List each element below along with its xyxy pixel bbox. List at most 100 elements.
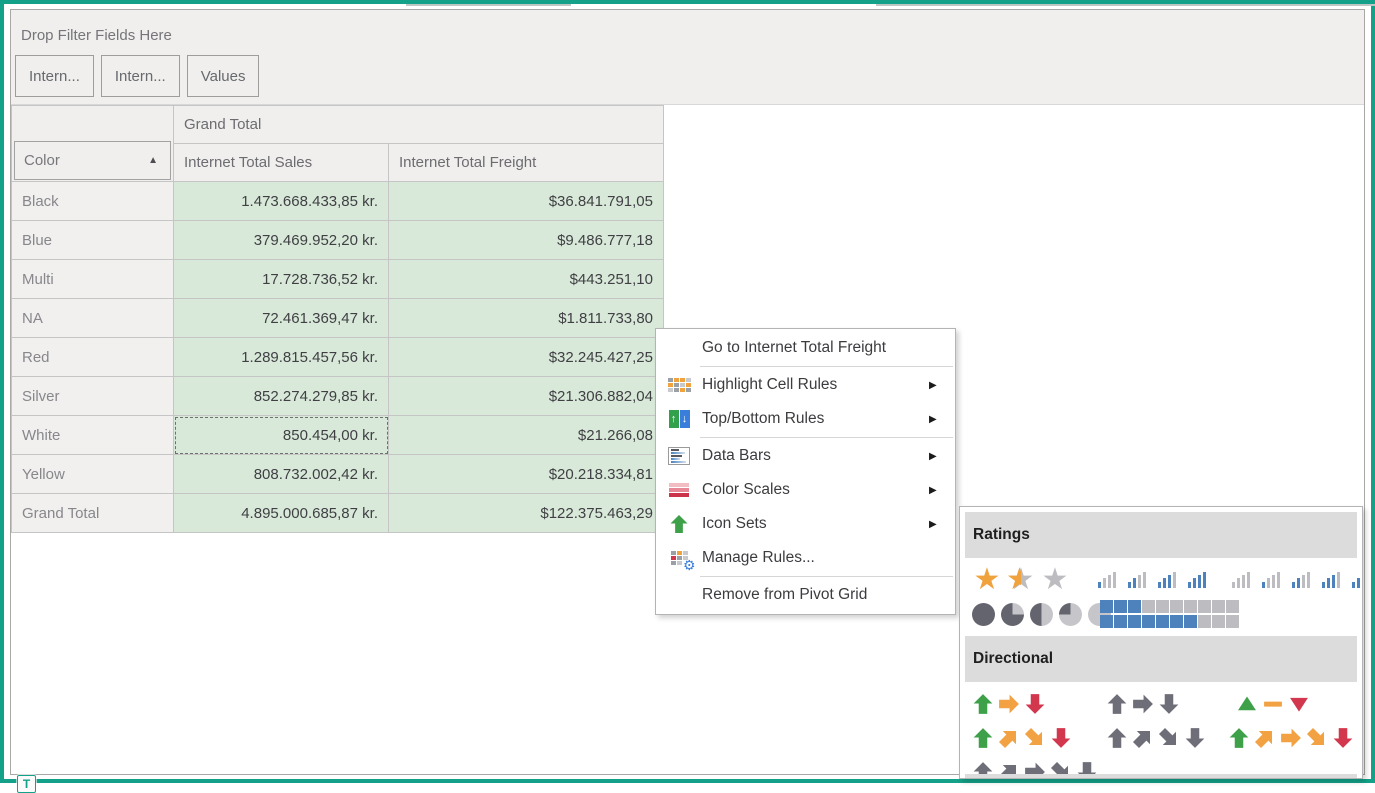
freight-value-cell[interactable]: $9.486.777,18 bbox=[389, 221, 664, 260]
down-right-arrow-icon bbox=[1024, 727, 1046, 749]
sales-value-cell[interactable]: 1.473.668.433,85 kr. bbox=[174, 182, 389, 221]
menu-item-go-to-internet-total-freight[interactable]: Go to Internet Total Freight bbox=[656, 331, 955, 365]
row-label-cell[interactable]: NA bbox=[12, 299, 174, 338]
3-arrows-gray-icon[interactable] bbox=[1106, 688, 1180, 720]
row-label-cell[interactable]: Silver bbox=[12, 377, 174, 416]
field-button-label: Intern... bbox=[29, 68, 80, 85]
field-button-2[interactable]: Intern... bbox=[101, 55, 180, 97]
3-stars-icon[interactable]: ★★★★ bbox=[972, 564, 1070, 596]
table-row: White850.454,00 kr.$21.266,08 bbox=[12, 416, 664, 455]
menu-item-label: Go to Internet Total Freight bbox=[702, 339, 929, 357]
menu-item-label: Highlight Cell Rules bbox=[702, 376, 929, 394]
menu-item-manage-rules[interactable]: ⚙Manage Rules... bbox=[656, 541, 955, 575]
field-button-label: Intern... bbox=[115, 68, 166, 85]
sales-value-cell[interactable]: 72.461.369,47 kr. bbox=[174, 299, 389, 338]
5-ratings-icon[interactable] bbox=[1232, 564, 1363, 596]
badge-letter: T bbox=[23, 778, 30, 790]
field-button-1[interactable]: Intern... bbox=[15, 55, 94, 97]
down-right-arrow-icon bbox=[1158, 727, 1180, 749]
field-button-3[interactable]: Values bbox=[187, 55, 260, 97]
5-boxes-icon[interactable] bbox=[1100, 598, 1239, 630]
up-arrow-icon bbox=[972, 727, 994, 749]
sales-value-cell[interactable]: 4.895.000.685,87 kr. bbox=[174, 494, 389, 533]
ratings-section-title: Ratings bbox=[973, 526, 1030, 544]
pivot-table: Color ▲ Grand Total Internet Total Sales… bbox=[11, 105, 664, 533]
4-arrows-colored-icon[interactable] bbox=[972, 722, 1072, 754]
row-field-label: Color bbox=[24, 152, 60, 169]
submenu-arrow-icon: ▶ bbox=[929, 451, 955, 462]
directional-row bbox=[960, 688, 1362, 720]
field-button-strip: Intern... Intern... Values bbox=[15, 55, 259, 97]
table-row: Silver852.274.279,85 kr.$21.306.882,04 bbox=[12, 377, 664, 416]
manage-rules-icon: ⚙ bbox=[656, 551, 702, 565]
freight-value-cell[interactable]: $21.266,08 bbox=[389, 416, 664, 455]
sales-value-cell[interactable]: 379.469.952,20 kr. bbox=[174, 221, 389, 260]
menu-item-label: Remove from Pivot Grid bbox=[702, 586, 929, 604]
menu-item-remove-from-pivot-grid[interactable]: Remove from Pivot Grid bbox=[656, 578, 955, 612]
down-arrow-icon bbox=[1050, 727, 1072, 749]
row-label-cell[interactable]: Blue bbox=[12, 221, 174, 260]
star-empty-icon: ★ bbox=[1040, 565, 1070, 595]
4-arrows-gray-icon[interactable] bbox=[1106, 722, 1206, 754]
top-bottom-icon: ↑↓ bbox=[656, 410, 702, 428]
4-ratings-icon[interactable] bbox=[1098, 564, 1214, 596]
freight-value-cell[interactable]: $20.218.334,81 bbox=[389, 455, 664, 494]
sales-value-cell[interactable]: 1.289.815.457,56 kr. bbox=[174, 338, 389, 377]
row-label-cell[interactable]: Black bbox=[12, 182, 174, 221]
freight-value-cell[interactable]: $21.306.882,04 bbox=[389, 377, 664, 416]
up-arrow-icon bbox=[972, 693, 994, 715]
column-header-sales[interactable]: Internet Total Sales bbox=[174, 144, 389, 182]
up-arrow-icon bbox=[1106, 727, 1128, 749]
menu-item-color-scales[interactable]: Color Scales▶ bbox=[656, 473, 955, 507]
sales-value-cell[interactable]: 850.454,00 kr. bbox=[174, 416, 389, 455]
data-bars-icon bbox=[656, 447, 702, 465]
freight-value-cell[interactable]: $443.251,10 bbox=[389, 260, 664, 299]
sort-ascending-icon[interactable]: ▲ bbox=[148, 155, 158, 166]
color-scales-icon bbox=[656, 483, 702, 497]
teal-t-badge[interactable]: T bbox=[17, 775, 36, 793]
menu-item-label: Color Scales bbox=[702, 481, 929, 499]
freight-value-cell[interactable]: $1.811.733,80 bbox=[389, 299, 664, 338]
up-arrow-icon bbox=[669, 514, 689, 534]
3-arrows-colored-icon[interactable] bbox=[972, 688, 1046, 720]
sales-value-cell[interactable]: 852.274.279,85 kr. bbox=[174, 377, 389, 416]
column-header-freight[interactable]: Internet Total Freight bbox=[389, 144, 664, 182]
row-label-cell[interactable]: Yellow bbox=[12, 455, 174, 494]
sales-value-cell[interactable]: 808.732.002,42 kr. bbox=[174, 455, 389, 494]
tri-up-icon bbox=[1236, 693, 1258, 715]
directional-section-title: Directional bbox=[973, 650, 1053, 668]
filter-header-area[interactable]: Drop Filter Fields Here Intern...Intern.… bbox=[11, 10, 1364, 105]
table-row: Blue379.469.952,20 kr.$9.486.777,18 bbox=[12, 221, 664, 260]
down-arrow-icon bbox=[1184, 727, 1206, 749]
row-label-cell[interactable]: Multi bbox=[12, 260, 174, 299]
row-label-cell[interactable]: Grand Total bbox=[12, 494, 174, 533]
menu-item-data-bars[interactable]: Data Bars▶ bbox=[656, 439, 955, 473]
menu-separator bbox=[700, 366, 953, 367]
directional-section-header: Directional bbox=[965, 636, 1357, 682]
3-triangles-icon[interactable] bbox=[1236, 688, 1310, 720]
menu-item-label: Top/Bottom Rules bbox=[702, 410, 929, 428]
table-row: Yellow808.732.002,42 kr.$20.218.334,81 bbox=[12, 455, 664, 494]
freight-value-cell[interactable]: $122.375.463,29 bbox=[389, 494, 664, 533]
menu-item-icon-sets[interactable]: Icon Sets▶ bbox=[656, 507, 955, 541]
sales-value-cell[interactable]: 17.728.736,52 kr. bbox=[174, 260, 389, 299]
submenu-arrow-icon: ▶ bbox=[929, 519, 955, 530]
column-group-header[interactable]: Grand Total bbox=[174, 106, 664, 144]
star-half-icon: ★★ bbox=[1006, 565, 1036, 595]
menu-item-label: Icon Sets bbox=[702, 515, 929, 533]
row-label-cell[interactable]: White bbox=[12, 416, 174, 455]
5-arrows-colored-icon[interactable] bbox=[1228, 722, 1354, 754]
top-border-notch bbox=[406, 4, 571, 6]
row-field-color-button[interactable]: Color ▲ bbox=[14, 141, 171, 180]
5-quarters-icon[interactable] bbox=[972, 598, 1111, 630]
ratings-section-header: Ratings bbox=[965, 512, 1357, 558]
up-arrow-icon bbox=[1228, 727, 1250, 749]
menu-item-top-bottom-rules[interactable]: ↑↓Top/Bottom Rules▶ bbox=[656, 402, 955, 436]
freight-value-cell[interactable]: $32.245.427,25 bbox=[389, 338, 664, 377]
down-right-arrow-icon bbox=[1306, 727, 1328, 749]
freight-value-cell[interactable]: $36.841.791,05 bbox=[389, 182, 664, 221]
top-border-notch bbox=[876, 4, 1375, 6]
table-row: Grand Total4.895.000.685,87 kr.$122.375.… bbox=[12, 494, 664, 533]
menu-item-highlight-cell-rules[interactable]: Highlight Cell Rules▶ bbox=[656, 368, 955, 402]
row-label-cell[interactable]: Red bbox=[12, 338, 174, 377]
